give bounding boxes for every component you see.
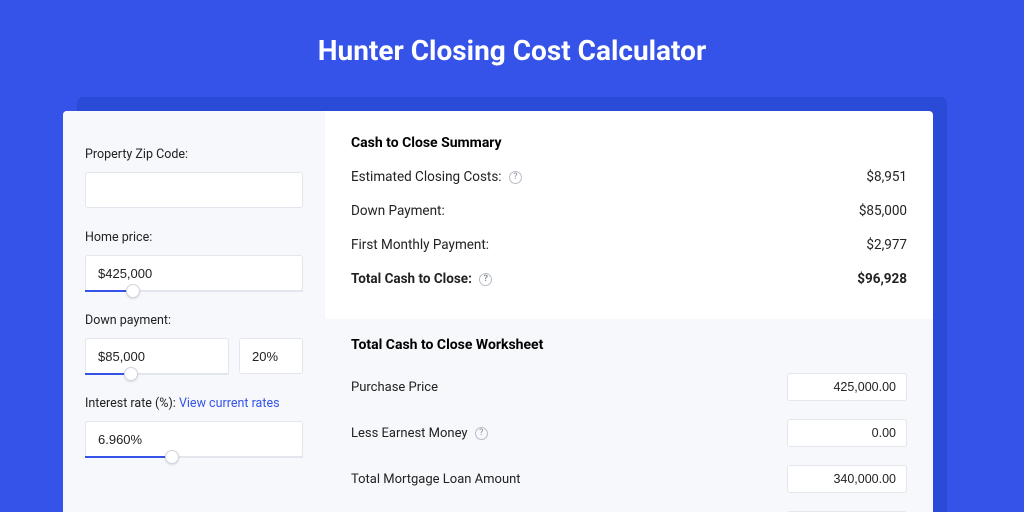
worksheet-label-text: Less Earnest Money bbox=[351, 426, 468, 441]
worksheet-title: Total Cash to Close Worksheet bbox=[351, 337, 907, 353]
worksheet-panel: Total Cash to Close Worksheet Purchase P… bbox=[325, 319, 933, 512]
interest-rate-label: Interest rate (%): View current rates bbox=[85, 396, 303, 411]
summary-row-closing-costs: Estimated Closing Costs: ? $8,951 bbox=[351, 169, 907, 185]
summary-title: Cash to Close Summary bbox=[351, 135, 907, 151]
home-price-field: Home price: bbox=[85, 230, 303, 291]
home-price-slider[interactable] bbox=[85, 255, 303, 291]
home-price-label: Home price: bbox=[85, 230, 303, 245]
interest-rate-input[interactable] bbox=[85, 421, 303, 457]
help-icon[interactable]: ? bbox=[479, 273, 492, 286]
summary-row-total-cash: Total Cash to Close: ? $96,928 bbox=[351, 271, 907, 287]
page-title: Hunter Closing Cost Calculator bbox=[0, 0, 1024, 97]
worksheet-row-mortgage-loan: Total Mortgage Loan Amount bbox=[351, 465, 907, 493]
zip-field: Property Zip Code: bbox=[85, 147, 303, 208]
interest-rate-slider[interactable] bbox=[85, 421, 303, 457]
summary-label-text: Total Cash to Close: bbox=[351, 271, 472, 287]
worksheet-label: Total Mortgage Loan Amount bbox=[351, 472, 521, 487]
worksheet-label: Less Earnest Money ? bbox=[351, 426, 488, 441]
slider-fill bbox=[85, 456, 172, 458]
summary-label: Total Cash to Close: ? bbox=[351, 271, 492, 287]
summary-value: $96,928 bbox=[857, 271, 907, 287]
view-current-rates-link[interactable]: View current rates bbox=[179, 396, 280, 411]
worksheet-label: Purchase Price bbox=[351, 380, 438, 395]
divider bbox=[351, 305, 907, 319]
worksheet-input-mortgage-loan[interactable] bbox=[787, 465, 907, 493]
down-payment-pct-input[interactable] bbox=[239, 338, 303, 374]
down-payment-field: Down payment: bbox=[85, 313, 303, 374]
worksheet-input-purchase-price[interactable] bbox=[787, 373, 907, 401]
slider-thumb[interactable] bbox=[124, 367, 138, 381]
help-icon[interactable]: ? bbox=[475, 427, 488, 440]
summary-value: $85,000 bbox=[859, 203, 907, 219]
inputs-panel: Property Zip Code: Home price: Down paym… bbox=[63, 111, 325, 512]
down-payment-slider[interactable] bbox=[85, 338, 229, 374]
zip-label: Property Zip Code: bbox=[85, 147, 303, 162]
home-price-input[interactable] bbox=[85, 255, 303, 291]
interest-rate-label-text: Interest rate (%): bbox=[85, 396, 179, 411]
summary-label-text: Estimated Closing Costs: bbox=[351, 169, 502, 185]
card-shadow: Property Zip Code: Home price: Down paym… bbox=[77, 97, 947, 512]
slider-thumb[interactable] bbox=[165, 450, 179, 464]
summary-label: Estimated Closing Costs: ? bbox=[351, 169, 522, 185]
worksheet-input-earnest-money[interactable] bbox=[787, 419, 907, 447]
worksheet-row-earnest-money: Less Earnest Money ? bbox=[351, 419, 907, 447]
slider-thumb[interactable] bbox=[126, 284, 140, 298]
worksheet-row-purchase-price: Purchase Price bbox=[351, 373, 907, 401]
interest-rate-field: Interest rate (%): View current rates bbox=[85, 396, 303, 457]
zip-input[interactable] bbox=[85, 172, 303, 208]
summary-label: Down Payment: bbox=[351, 203, 445, 219]
down-payment-label: Down payment: bbox=[85, 313, 303, 328]
summary-row-down-payment: Down Payment: $85,000 bbox=[351, 203, 907, 219]
summary-value: $2,977 bbox=[866, 237, 907, 253]
summary-label: First Monthly Payment: bbox=[351, 237, 489, 253]
results-panel: Cash to Close Summary Estimated Closing … bbox=[325, 111, 933, 512]
calculator-card: Property Zip Code: Home price: Down paym… bbox=[63, 111, 933, 512]
summary-row-first-monthly: First Monthly Payment: $2,977 bbox=[351, 237, 907, 253]
help-icon[interactable]: ? bbox=[509, 171, 522, 184]
down-payment-input[interactable] bbox=[85, 338, 229, 374]
summary-value: $8,951 bbox=[866, 169, 907, 185]
